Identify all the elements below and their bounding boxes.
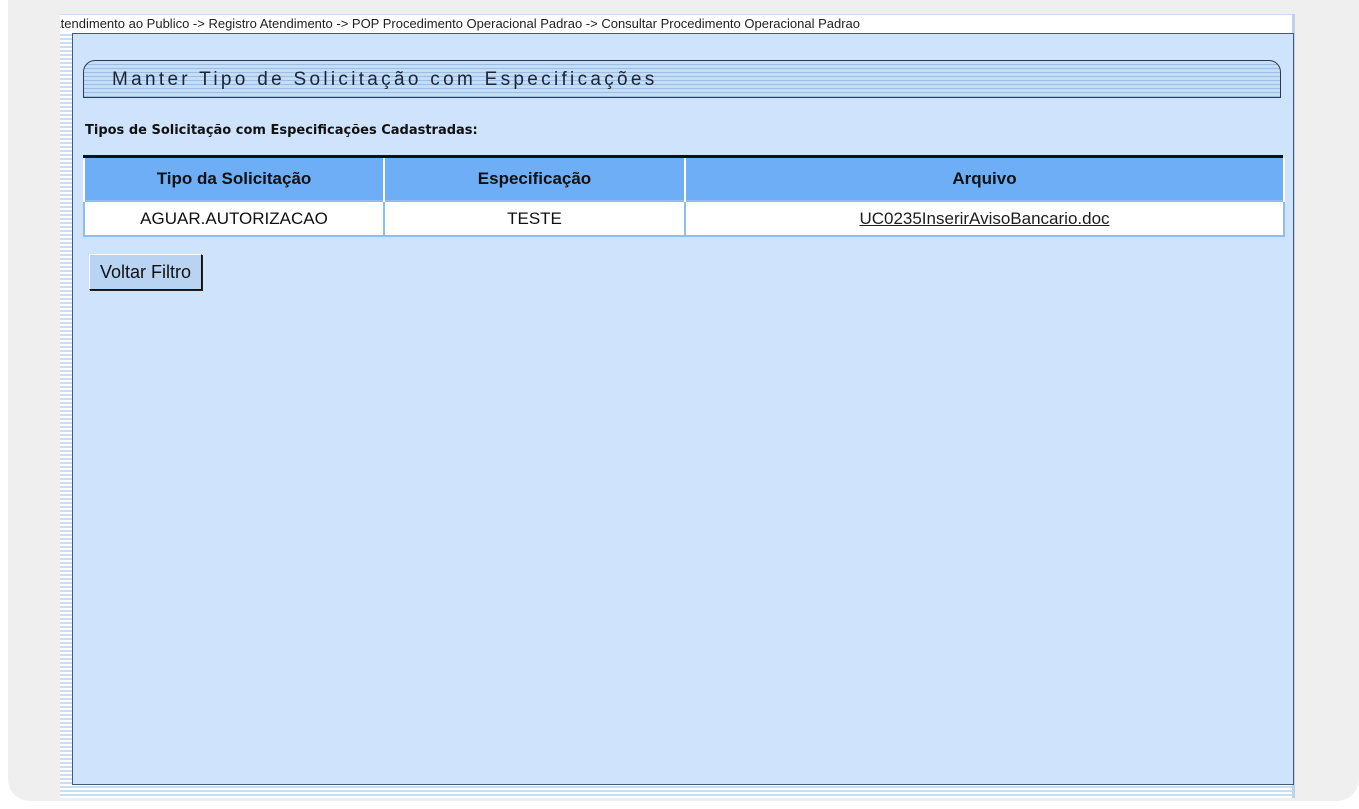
breadcrumb: Atendimento ao Publico -> Registro Atend… — [60, 15, 1292, 33]
cell-tipo: AGUAR.AUTORIZACAO — [83, 200, 385, 237]
results-table: Tipo da Solicitação Especificação Arquiv… — [83, 158, 1285, 237]
page: Atendimento ao Publico -> Registro Atend… — [0, 0, 1359, 809]
main-content: Manter Tipo de Solicitação com Especific… — [72, 33, 1294, 785]
section-subtitle: Tipos de Solicitação com Especificações … — [85, 123, 478, 138]
column-header-arquivo: Arquivo — [684, 158, 1285, 201]
cell-arquivo: UC0235InserirAvisoBancario.doc — [684, 200, 1285, 237]
page-title-tab: Manter Tipo de Solicitação com Especific… — [83, 60, 1281, 98]
results-table-wrap: Tipo da Solicitação Especificação Arquiv… — [83, 155, 1285, 237]
column-header-especificacao: Especificação — [383, 158, 686, 201]
cell-especificacao: TESTE — [383, 200, 686, 237]
voltar-filtro-button[interactable]: Voltar Filtro — [89, 254, 203, 290]
file-link[interactable]: UC0235InserirAvisoBancario.doc — [859, 209, 1109, 228]
table-row: AGUAR.AUTORIZACAO TESTE UC0235InserirAvi… — [83, 200, 1285, 237]
page-title: Manter Tipo de Solicitação com Especific… — [112, 69, 658, 90]
table-header-row: Tipo da Solicitação Especificação Arquiv… — [83, 158, 1285, 201]
column-header-tipo: Tipo da Solicitação — [83, 158, 385, 201]
